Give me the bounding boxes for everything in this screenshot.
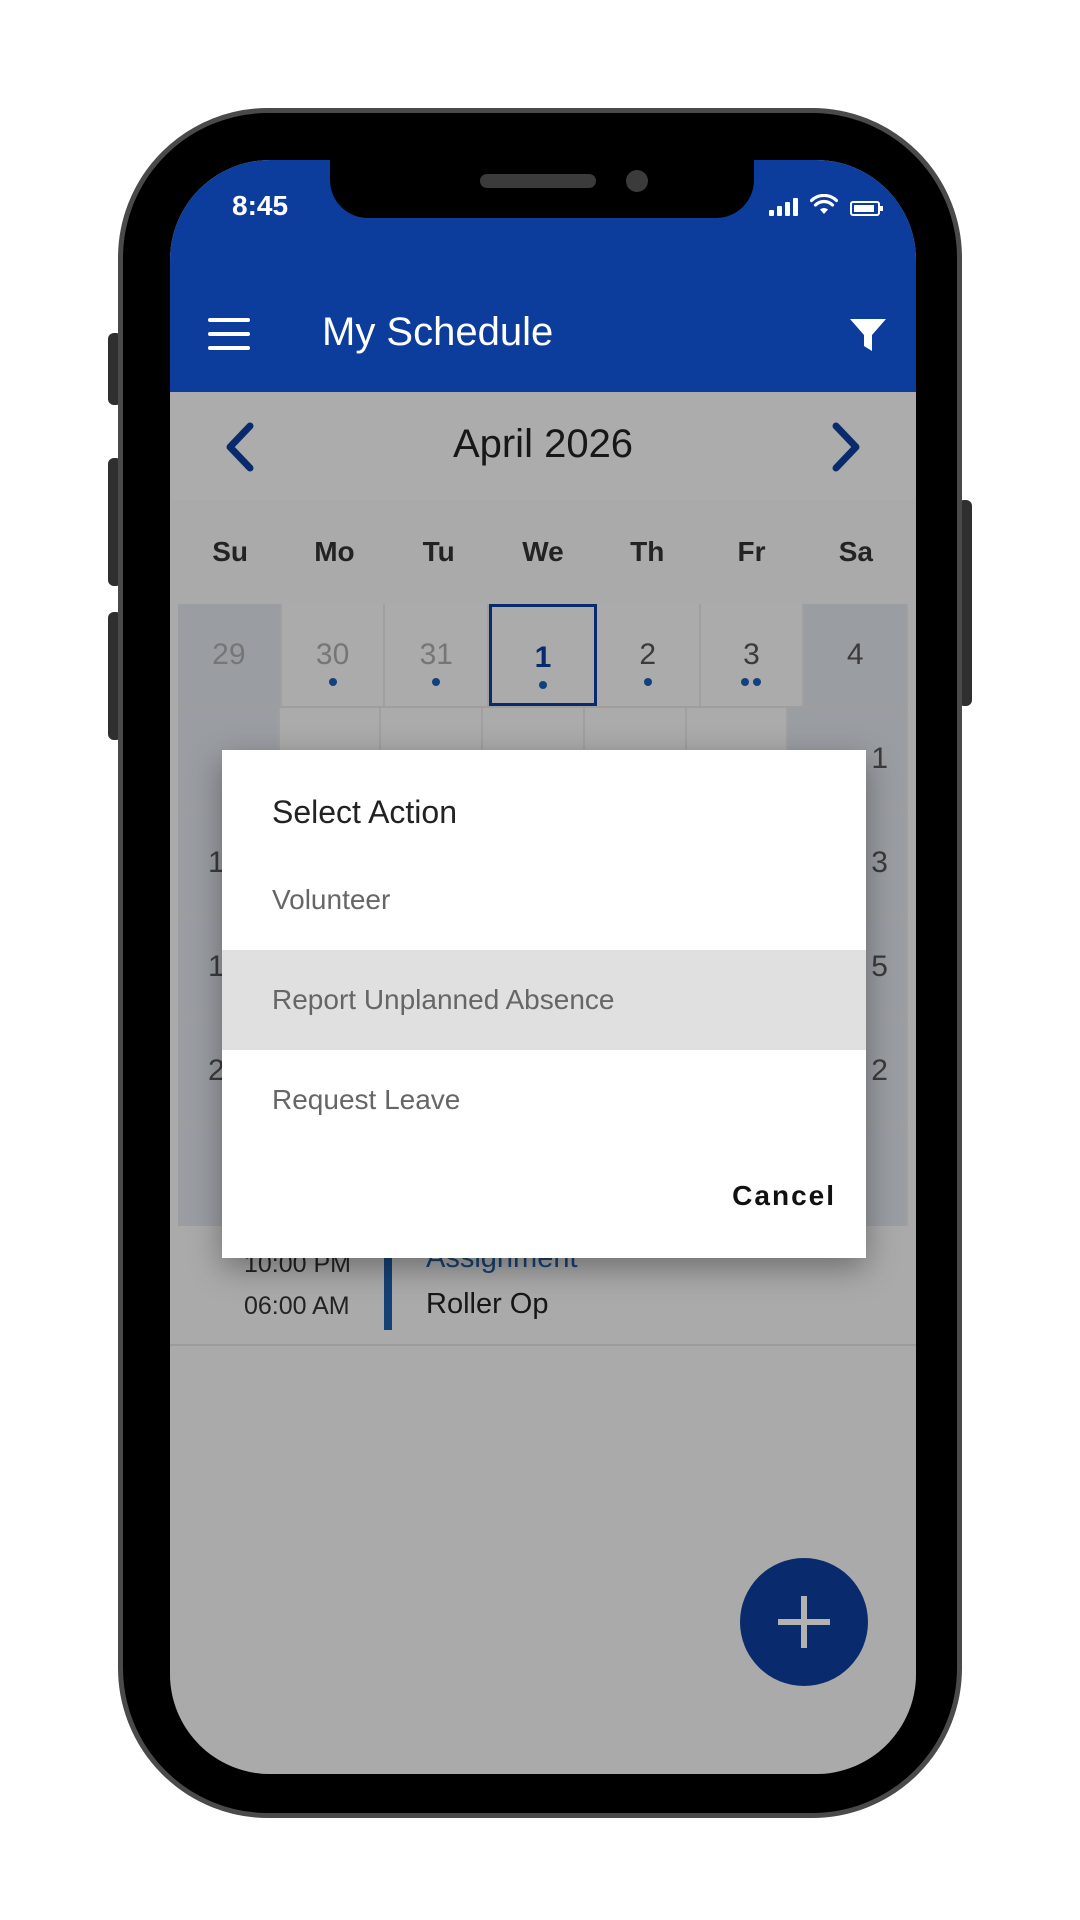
cancel-button[interactable]: Cancel (732, 1180, 836, 1212)
option-volunteer[interactable]: Volunteer (222, 850, 866, 950)
hamburger-menu-icon[interactable] (208, 318, 250, 352)
phone-screen: 8:45 My Schedule April 2026 Su Mo Tu We … (170, 160, 916, 1774)
status-icons (769, 194, 883, 216)
wifi-icon (810, 194, 838, 214)
app-header: 8:45 My Schedule (170, 160, 916, 392)
speaker-grille (480, 174, 596, 188)
option-request-leave[interactable]: Request Leave (222, 1050, 866, 1150)
filter-icon[interactable] (848, 315, 888, 355)
select-action-dialog: Select Action Volunteer Report Unplanned… (222, 750, 866, 1258)
notch (330, 160, 754, 218)
dialog-title: Select Action (272, 794, 457, 830)
status-time: 8:45 (232, 190, 289, 221)
signal-icon (769, 198, 798, 216)
page-title: My Schedule (322, 310, 554, 354)
option-report-unplanned-absence[interactable]: Report Unplanned Absence (222, 950, 866, 1050)
battery-icon (850, 201, 883, 216)
front-camera (626, 170, 648, 192)
